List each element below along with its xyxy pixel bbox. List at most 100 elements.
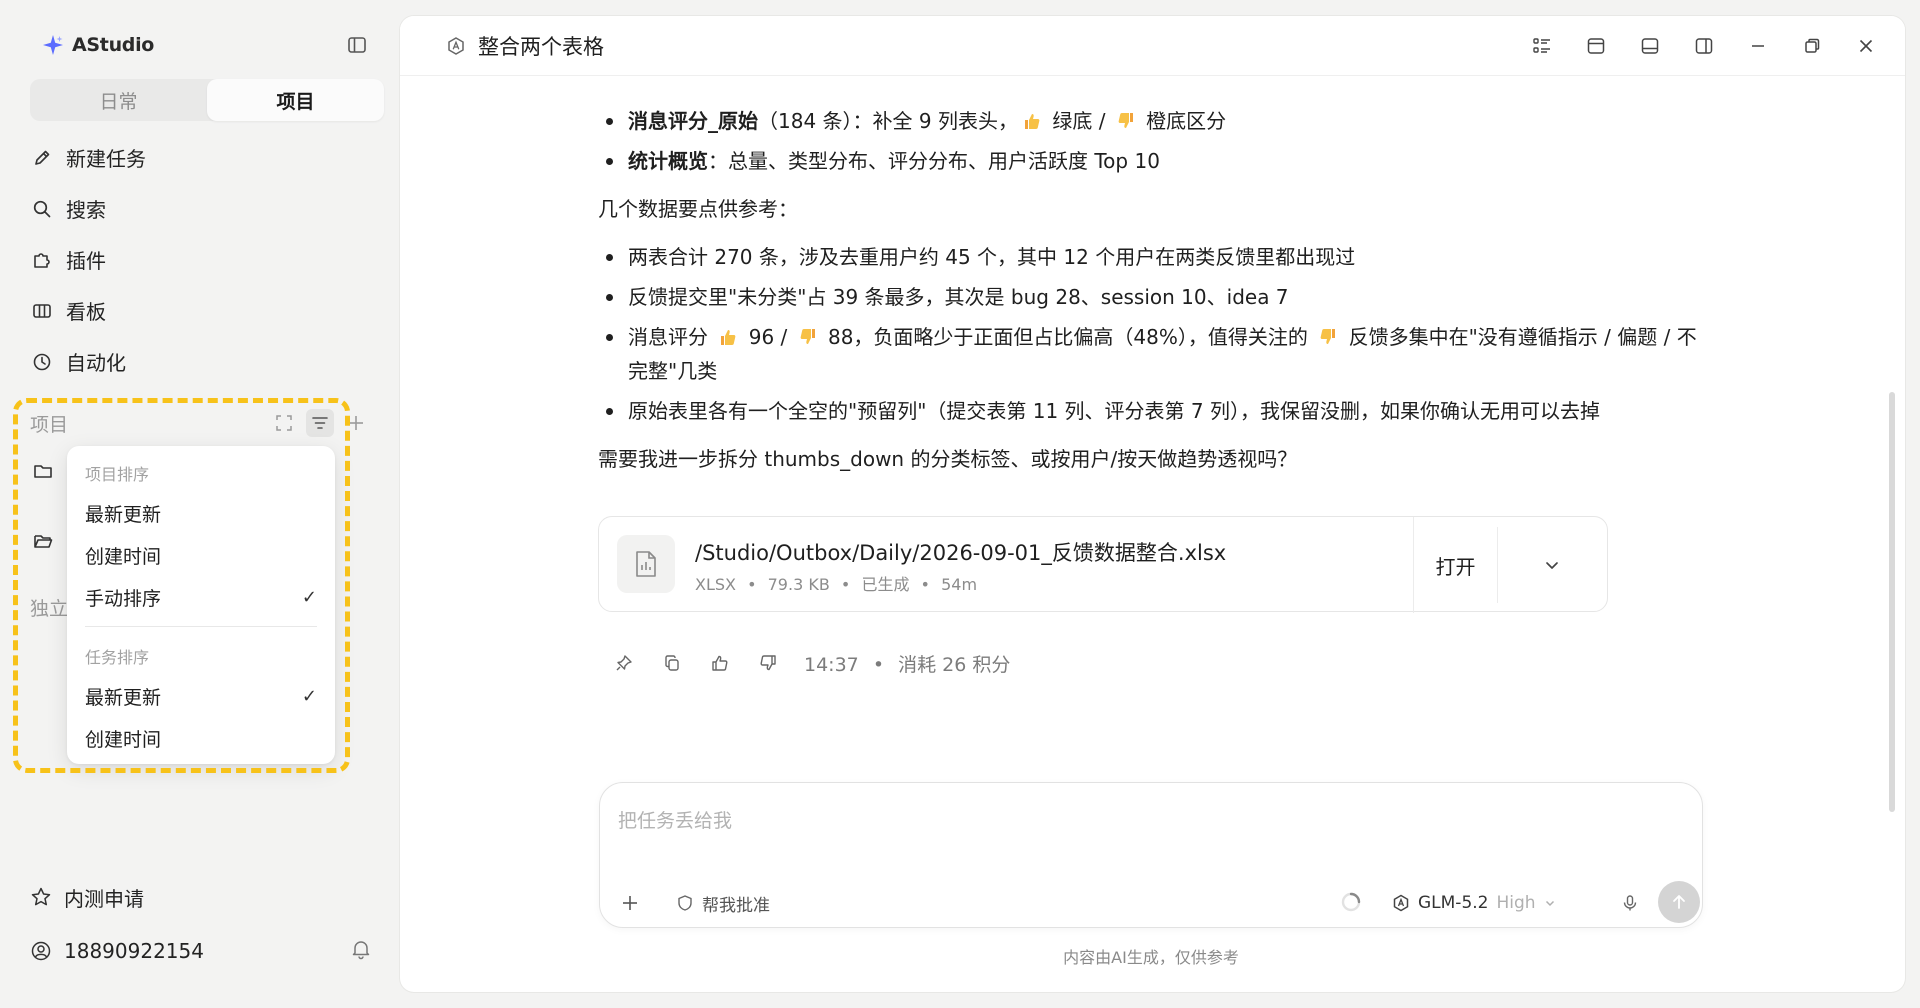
shield-icon: [678, 895, 692, 911]
menu-item-label: 创建时间: [85, 545, 162, 568]
list-item-text: （184 条）：补全 9 列表头，: [758, 109, 1018, 133]
list-item: 反馈提交里"未分类"占 39 条最多，其次是 bug 28、session 10…: [598, 280, 1708, 314]
menu-item-label: 创建时间: [85, 728, 162, 751]
file-type: XLSX: [695, 575, 736, 594]
restore-button[interactable]: [1785, 30, 1839, 62]
model-selector[interactable]: GLM-5.2 High: [1392, 889, 1556, 917]
bottom-panel-button[interactable]: [1623, 30, 1677, 62]
auto-approve-label: 帮我批准: [702, 895, 770, 916]
dislike-button[interactable]: [744, 648, 792, 678]
folder-open-icon: [34, 535, 53, 548]
clock-icon: [30, 350, 54, 374]
sort-projects-button[interactable]: [306, 409, 334, 437]
model-name: GLM-5.2: [1418, 893, 1489, 913]
filter-icon: [312, 417, 328, 429]
sheet-name: 统计概览: [628, 149, 708, 173]
message-time: 14:37: [804, 653, 859, 676]
beta-apply-button[interactable]: 内测申请: [30, 882, 144, 912]
nav-search[interactable]: 搜索: [30, 183, 384, 234]
project-folder-row[interactable]: [30, 528, 56, 554]
minimize-button[interactable]: [1731, 30, 1785, 62]
window-controls: [1515, 30, 1893, 62]
list-item-text: 绿底 /: [1045, 109, 1112, 133]
nav-label: 自动化: [66, 351, 126, 375]
file-meta: XLSX • 79.3 KB • 已生成 • 54m: [695, 571, 977, 595]
nav-label: 插件: [66, 249, 106, 273]
assistant-message: 消息评分_原始（184 条）：补全 9 列表头， 绿底 / 橙底区分 统计概览：…: [598, 56, 1708, 490]
thumbs-down-icon: [798, 327, 818, 347]
expand-icon: [276, 415, 292, 431]
ai-disclaimer: 内容由AI生成，仅供参考: [1063, 948, 1239, 967]
check-icon: ✓: [301, 685, 317, 707]
thumbs-down-icon: [1318, 327, 1338, 347]
task-sort-latest[interactable]: 最新更新 ✓: [67, 675, 335, 717]
tab-projects[interactable]: 项目: [207, 79, 384, 121]
project-folder-row[interactable]: [30, 458, 56, 484]
list-item-text: 96 /: [742, 325, 794, 349]
projects-title: 项目: [30, 413, 69, 436]
project-sort-latest[interactable]: 最新更新: [67, 492, 335, 534]
sparkle-logo-icon: [42, 34, 64, 56]
microphone-icon: [1623, 895, 1637, 911]
user-account-button[interactable]: 18890922154: [30, 936, 204, 966]
file-attachment-card[interactable]: /Studio/Outbox/Daily/2026-09-01_反馈数据整合.x…: [598, 516, 1608, 613]
file-status: 已生成: [861, 575, 910, 594]
chevron-down-icon: [1545, 900, 1554, 907]
project-sort-heading: 项目排序: [85, 465, 150, 484]
open-file-button[interactable]: 打开: [1413, 517, 1497, 613]
voice-input-button[interactable]: [1616, 889, 1644, 917]
toggle-sidebar-button[interactable]: [344, 32, 370, 58]
add-project-button[interactable]: [342, 409, 370, 437]
plus-icon: [623, 896, 637, 910]
brand: AStudio: [42, 30, 154, 60]
menu-divider: [85, 626, 317, 627]
title-bar: 整合两个表格: [400, 16, 1905, 76]
right-panel-button[interactable]: [1677, 30, 1731, 62]
nav-automation[interactable]: 自动化: [30, 336, 384, 387]
close-icon: [1859, 39, 1873, 53]
list-item: 统计概览：总量、类型分布、评分分布、用户活跃度 Top 10: [598, 144, 1708, 178]
task-sort-created[interactable]: 创建时间: [67, 717, 335, 759]
close-button[interactable]: [1839, 30, 1893, 62]
task-title-text: 整合两个表格: [478, 35, 604, 59]
task-input[interactable]: [618, 801, 1678, 841]
file-age: 54m: [941, 575, 978, 594]
nav-label: 新建任务: [66, 147, 146, 171]
beta-apply-label: 内测申请: [64, 886, 144, 911]
check-icon: ✓: [301, 586, 317, 608]
scrollbar[interactable]: [1889, 392, 1895, 812]
list-item-text: 橙底区分: [1139, 109, 1227, 133]
pin-button[interactable]: [600, 648, 648, 678]
message-actions: 14:37 • 消耗 26 积分: [600, 648, 1010, 678]
top-panel-button[interactable]: [1569, 30, 1623, 62]
auto-approve-toggle[interactable]: 帮我批准: [676, 889, 770, 917]
follow-up-question: 需要我进一步拆分 thumbs_down 的分类标签、或按用户/按天做趋势透视吗…: [598, 447, 1298, 471]
file-path: /Studio/Outbox/Daily/2026-09-01_反馈数据整合.x…: [695, 541, 1227, 565]
notifications-button[interactable]: [350, 938, 374, 962]
file-options-button[interactable]: [1497, 517, 1607, 613]
copy-button[interactable]: [648, 648, 696, 678]
project-sort-created[interactable]: 创建时间: [67, 534, 335, 576]
message-cost: 消耗 26 积分: [898, 653, 1011, 676]
expand-projects-button[interactable]: [270, 409, 298, 437]
thumbs-up-outline-icon: [712, 655, 728, 671]
tab-daily[interactable]: 日常: [30, 79, 207, 121]
like-button[interactable]: [696, 648, 744, 678]
loading-spinner-icon: [1340, 891, 1364, 915]
bell-icon: [352, 941, 370, 960]
sheet-name: 消息评分_原始: [628, 109, 758, 133]
send-button[interactable]: [1658, 881, 1700, 923]
project-sort-manual[interactable]: 手动排序 ✓: [67, 576, 335, 618]
attach-button[interactable]: [616, 889, 644, 917]
list-item-text: 消息评分: [628, 325, 715, 349]
list-item: 消息评分_原始（184 条）：补全 9 列表头， 绿底 / 橙底区分: [598, 104, 1708, 138]
list-item-text: 88，负面略少于正面但占比偏高（48%），值得关注的: [821, 325, 1315, 349]
summary-list: 消息评分_原始（184 条）：补全 9 列表头， 绿底 / 橙底区分 统计概览：…: [598, 104, 1708, 178]
nav-board[interactable]: 看板: [30, 285, 384, 336]
search-icon: [30, 197, 54, 221]
outline-view-button[interactable]: [1515, 30, 1569, 62]
plugin-icon: [30, 248, 54, 272]
nav-new-task[interactable]: 新建任务: [30, 132, 384, 183]
nav-plugins[interactable]: 插件: [30, 234, 384, 285]
folder-icon: [34, 465, 52, 478]
